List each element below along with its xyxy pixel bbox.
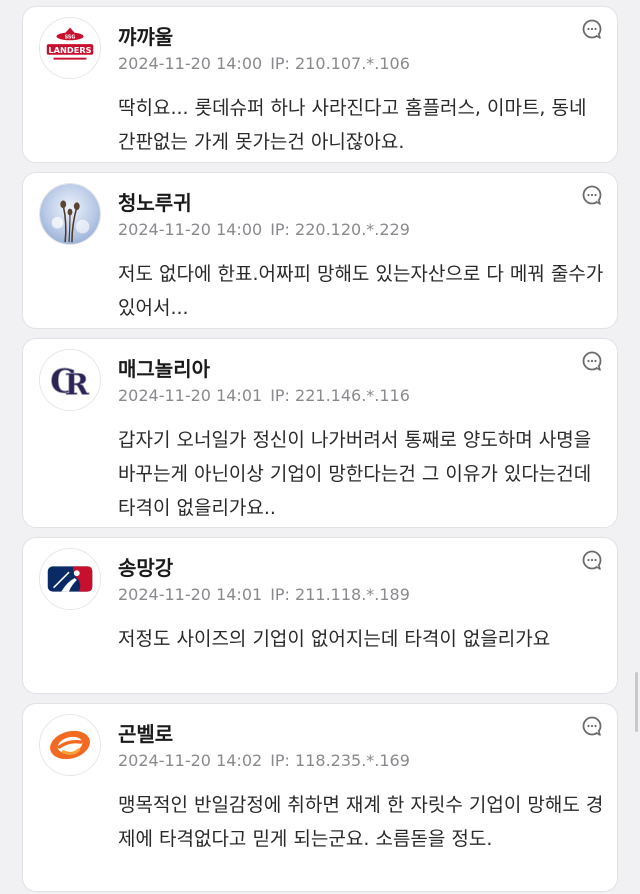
comment-nickname[interactable]: 꺄꺄울 (118, 21, 173, 50)
comment-ip: IP: 118.235.*.169 (270, 751, 410, 770)
avatar[interactable] (39, 183, 101, 245)
comment-meta: 2024-11-20 14:00 IP: 220.120.*.229 (118, 220, 410, 239)
reply-bubble-icon[interactable] (581, 350, 603, 372)
comment-ip: IP: 210.107.*.106 (270, 54, 410, 73)
comment-body: 딱히요... 롯데슈퍼 하나 사라진다고 홈플러스, 이마트, 동네 간판없는 … (118, 97, 587, 153)
comment-nickname[interactable]: 곤벨로 (118, 718, 173, 747)
comment-body: 저정도 사이즈의 기업이 없어지는데 타격이 없을리가요 (118, 628, 551, 650)
comment-ip: IP: 220.120.*.229 (270, 220, 410, 239)
reply-bubble-icon[interactable] (581, 715, 603, 737)
avatar-logo-text: LANDERS (48, 45, 91, 55)
comment-body: 맹목적인 반일감정에 취하면 재계 한 자릿수 기업이 망해도 경제에 타격없다… (118, 794, 604, 850)
comment-body: 갑자기 오너일가 정신이 나가버려서 통째로 양도하며 사명을 바꾸는게 아닌이… (118, 429, 592, 519)
avatar[interactable] (39, 714, 101, 776)
comment-date: 2024-11-20 14:01 (118, 585, 263, 604)
reply-bubble-icon[interactable] (581, 549, 603, 571)
comment-meta: 2024-11-20 14:01 IP: 221.146.*.116 (118, 386, 410, 405)
comment-item: 송망강 2024-11-20 14:01 IP: 211.118.*.189 저정… (22, 537, 618, 694)
flower-photo-icon (40, 184, 100, 244)
comment-meta: 2024-11-20 14:01 IP: 211.118.*.189 (118, 585, 410, 604)
comment-date: 2024-11-20 14:02 (118, 751, 263, 770)
comment-meta: 2024-11-20 14:00 IP: 210.107.*.106 (118, 54, 410, 73)
comment-date: 2024-11-20 14:00 (118, 220, 263, 239)
avatar[interactable]: C R (39, 349, 101, 411)
comment-ip: IP: 221.146.*.116 (270, 386, 410, 405)
avatar[interactable] (39, 548, 101, 610)
comment-meta: 2024-11-20 14:02 IP: 118.235.*.169 (118, 751, 410, 770)
comment-nickname[interactable]: 청노루귀 (118, 187, 192, 216)
comment-ip: IP: 211.118.*.189 (270, 585, 410, 604)
comment-date: 2024-11-20 14:00 (118, 54, 263, 73)
comment-item: SSG LANDERS 꺄꺄울 2024-11-20 14:00 IP: 210.… (22, 6, 618, 163)
comment-date: 2024-11-20 14:01 (118, 386, 263, 405)
avatar-badge-text: SSG (65, 34, 76, 40)
reply-bubble-icon[interactable] (581, 184, 603, 206)
comment-body: 저도 없다에 한표.어짜피 망해도 있는자산으로 다 메꿔 줄수가있어서... (118, 263, 604, 319)
rockies-logo-icon: C R (40, 350, 100, 410)
comment-nickname[interactable]: 매그놀리아 (118, 353, 210, 382)
e-logo-icon (40, 715, 100, 775)
comment-item: 청노루귀 2024-11-20 14:00 IP: 220.120.*.229 저… (22, 172, 618, 329)
svg-text:R: R (65, 368, 90, 402)
landers-logo-icon: SSG LANDERS (40, 18, 100, 78)
comment-nickname[interactable]: 송망강 (118, 552, 173, 581)
reply-bubble-icon[interactable] (581, 18, 603, 40)
avatar[interactable]: SSG LANDERS (39, 17, 101, 79)
scrollbar[interactable] (635, 672, 638, 732)
mlb-logo-icon (40, 549, 100, 609)
comment-item: 곤벨로 2024-11-20 14:02 IP: 118.235.*.169 맹목… (22, 703, 618, 892)
comment-item: C R 매그놀리아 2024-11-20 14:01 IP: 221.146.*.… (22, 338, 618, 528)
